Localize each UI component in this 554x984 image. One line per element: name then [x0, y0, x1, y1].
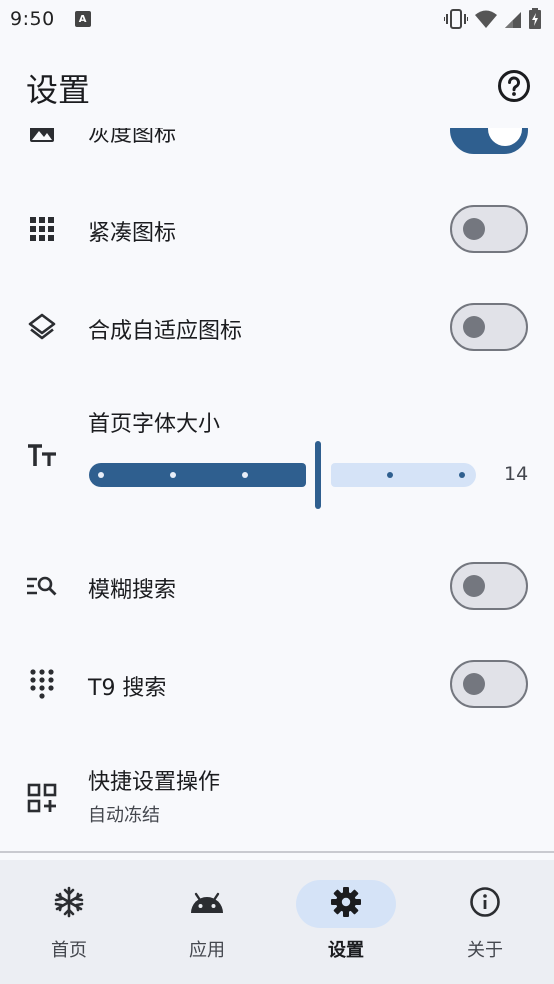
setting-fuzzy-search[interactable]: 模糊搜索	[0, 545, 554, 627]
nav-label: 关于	[467, 940, 503, 961]
setting-label: 紧凑图标	[88, 221, 177, 246]
notification-app-icon: A	[74, 11, 91, 27]
setting-label: 首页字体大小	[88, 412, 221, 437]
setting-subtitle: 自动冻结	[88, 805, 160, 826]
slider-track-inactive[interactable]	[331, 463, 476, 487]
adaptive-icon-switch[interactable]	[450, 303, 528, 351]
page-title: 设置	[26, 71, 91, 109]
t9-search-switch[interactable]	[450, 660, 528, 708]
compact-icon-switch[interactable]	[450, 205, 528, 253]
slider-tick	[170, 472, 176, 478]
signal-icon	[504, 9, 522, 29]
fuzzy-search-switch[interactable]	[450, 562, 528, 610]
nav-pill	[157, 880, 257, 928]
nav-item-apps[interactable]: 应用	[138, 860, 276, 984]
text-size-icon	[26, 440, 58, 472]
setting-font-size: 首页字体大小 14	[0, 396, 554, 516]
setting-adaptive-icon[interactable]: 合成自适应图标	[0, 286, 554, 368]
setting-label: 合成自适应图标	[88, 319, 243, 344]
setting-label: T9 搜索	[88, 676, 167, 701]
slider-tick	[459, 472, 465, 478]
grid-icon	[26, 213, 58, 245]
gear-icon	[330, 886, 362, 922]
dialpad-icon	[26, 668, 58, 700]
status-bar: 9:50 A	[0, 0, 554, 38]
setting-label: 快捷设置操作	[88, 770, 221, 795]
nav-item-about[interactable]: 关于	[416, 860, 554, 984]
slider-tick	[387, 472, 393, 478]
setting-quick-settings[interactable]: 快捷设置操作 自动冻结	[0, 748, 554, 848]
nav-item-home[interactable]: 首页	[0, 860, 138, 984]
slider-value: 14	[504, 463, 529, 485]
status-time: 9:50	[10, 8, 55, 30]
nav-pill	[435, 880, 535, 928]
search-list-icon	[26, 570, 58, 602]
android-icon	[189, 890, 225, 918]
grayscale-image-icon	[26, 128, 58, 146]
setting-grayscale-icon[interactable]: 灰度图标	[0, 128, 554, 154]
nav-pill	[296, 880, 396, 928]
help-button[interactable]	[494, 68, 534, 108]
setting-label: 灰度图标	[88, 128, 177, 147]
slider-track-active[interactable]	[89, 463, 306, 487]
setting-label: 模糊搜索	[88, 578, 177, 603]
nav-label: 设置	[328, 940, 364, 961]
snowflake-icon	[53, 886, 85, 922]
nav-pill	[19, 880, 119, 928]
setting-compact-icon[interactable]: 紧凑图标	[0, 188, 554, 270]
slider-tick	[242, 472, 248, 478]
settings-list[interactable]: 灰度图标 紧凑图标 合成自适应图标 首页字体大小 14 模糊搜索 T9 搜索 快…	[0, 128, 554, 852]
slider-handle[interactable]	[315, 441, 321, 509]
bottom-navigation: 首页 应用 设置 关于	[0, 860, 554, 984]
divider	[0, 851, 554, 853]
slider-tick	[98, 472, 104, 478]
nav-label: 应用	[189, 940, 225, 961]
setting-t9-search[interactable]: T9 搜索	[0, 643, 554, 725]
nav-item-settings[interactable]: 设置	[277, 860, 415, 984]
grayscale-icon-switch[interactable]	[450, 128, 528, 154]
wifi-icon	[474, 9, 498, 29]
battery-charging-icon	[528, 8, 542, 30]
grid-add-icon	[26, 782, 58, 814]
layers-icon	[26, 311, 58, 343]
info-icon	[469, 886, 501, 922]
vibrate-icon	[444, 9, 468, 29]
help-circle-icon	[497, 69, 531, 107]
nav-label: 首页	[51, 940, 87, 961]
top-app-bar: 设置	[0, 56, 554, 120]
